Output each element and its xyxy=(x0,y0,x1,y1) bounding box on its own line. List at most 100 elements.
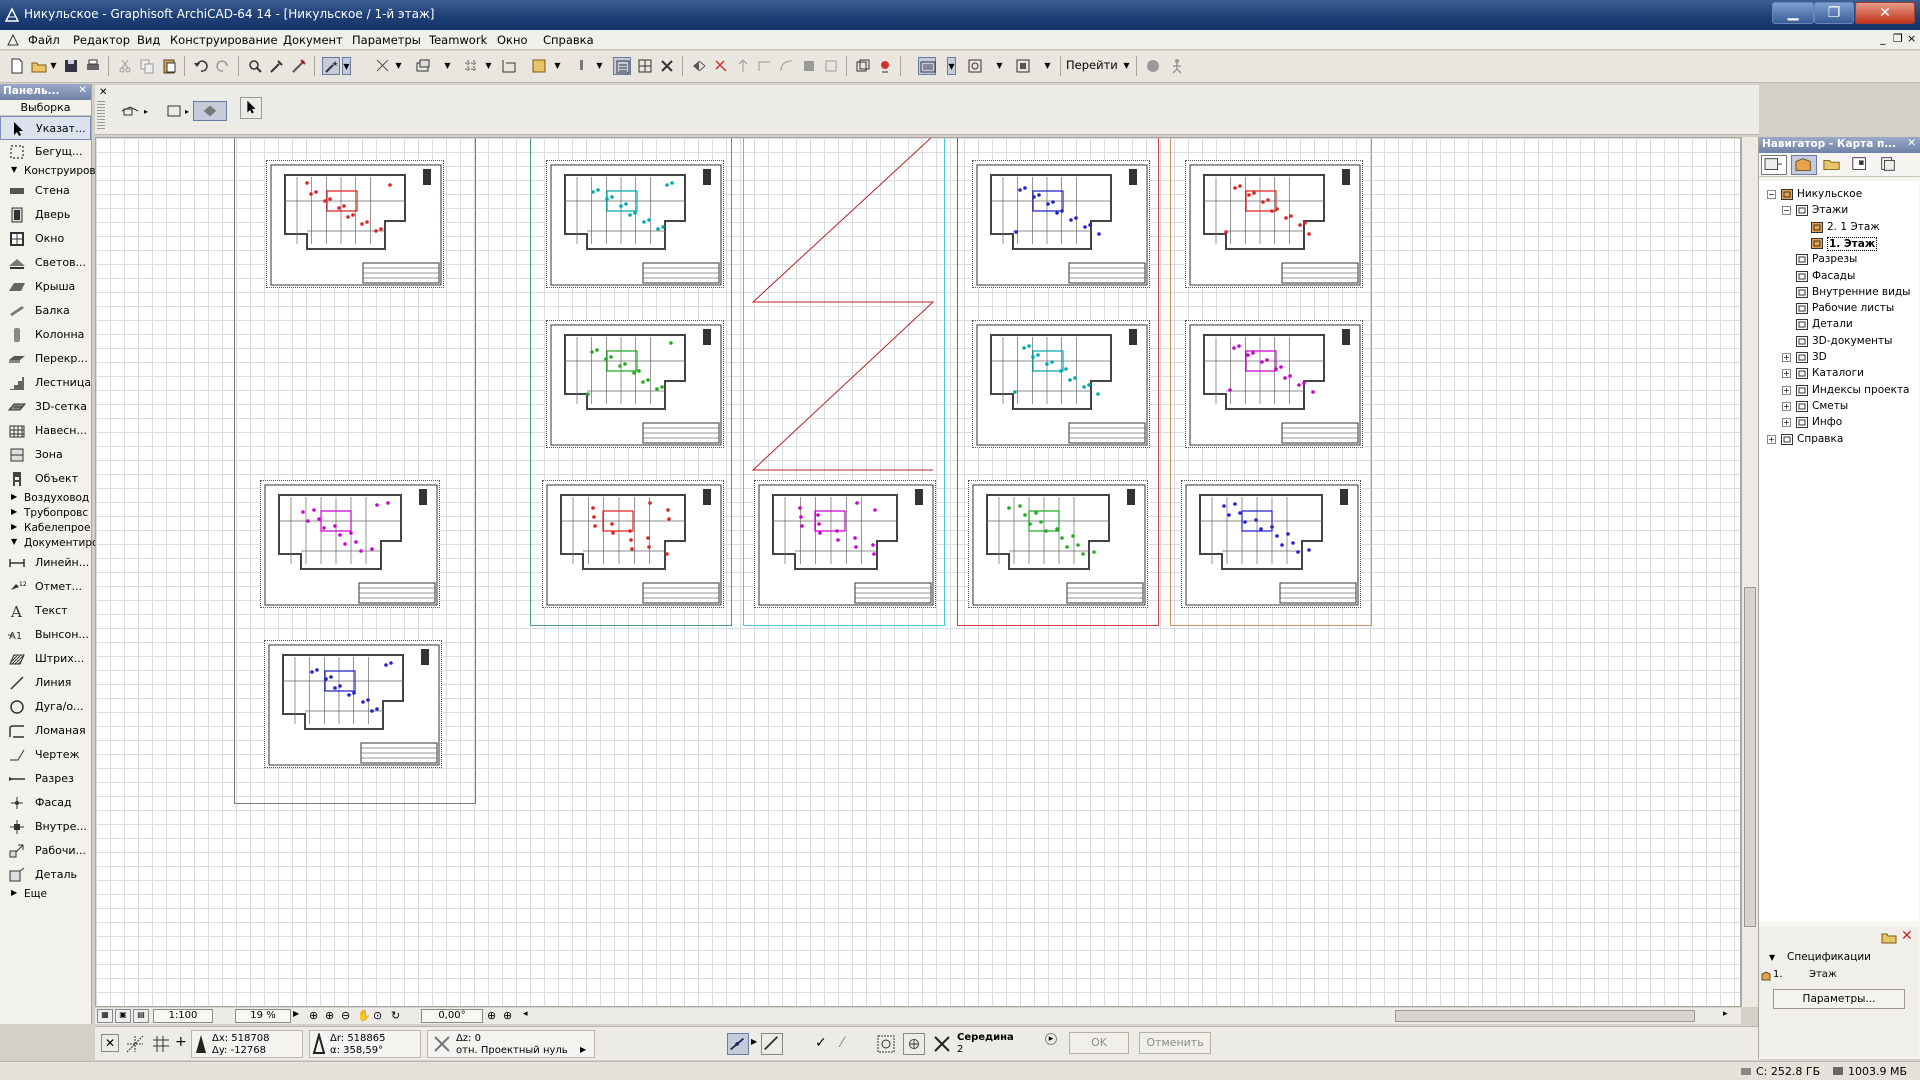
navigator-mode-icon[interactable] xyxy=(1761,155,1787,175)
elevate-icon[interactable] xyxy=(734,57,752,75)
reference-level-value[interactable]: отн. Проектный нуль xyxy=(456,1045,568,1056)
delta-r-value[interactable]: Δr: 518865 xyxy=(330,1033,386,1044)
toolbox-header[interactable]: Панель... ✕ xyxy=(0,84,91,100)
orientation-angle-field[interactable]: 0,00° xyxy=(421,1009,483,1023)
tool-drawing[interactable]: Чертеж xyxy=(0,743,91,767)
fillet-icon[interactable] xyxy=(778,57,796,75)
menu-edit[interactable]: Редактор xyxy=(73,33,130,47)
delete-icon[interactable]: ✕ xyxy=(1901,929,1917,945)
intersect-icon[interactable] xyxy=(822,57,840,75)
drawing-sheet[interactable] xyxy=(264,640,442,768)
view-map-tab-icon[interactable] xyxy=(1821,155,1845,175)
tree-item[interactable]: 3D-документы xyxy=(1759,334,1919,350)
drawing-sheet[interactable] xyxy=(542,480,724,608)
navigator-header[interactable]: Навигатор - Карта п... ✕ xyxy=(1759,137,1920,153)
midpoint-snap-icon[interactable] xyxy=(933,1035,951,1053)
tool-beam[interactable]: Балка xyxy=(0,299,91,323)
expand-icon[interactable]: + xyxy=(1782,401,1791,411)
menu-document[interactable]: Документ xyxy=(283,33,343,47)
menu-app-icon[interactable] xyxy=(6,33,20,47)
tool-worksheet[interactable]: Рабочи... xyxy=(0,839,91,863)
group-collapsed-1[interactable]: ▶ Трубопровс xyxy=(0,506,91,521)
toolbox-close-icon[interactable]: ✕ xyxy=(78,84,87,96)
expand-icon[interactable]: + xyxy=(1782,353,1791,362)
tree-item[interactable]: + Справка xyxy=(1759,432,1919,448)
tree-item[interactable]: 1. Этаж xyxy=(1759,236,1919,252)
tree-item[interactable]: 2. 1 Этаж xyxy=(1759,220,1919,236)
tree-item[interactable]: + Индексы проекта xyxy=(1759,383,1919,399)
group-more[interactable]: ▶ Еще xyxy=(0,887,91,902)
tool-dimension[interactable]: Линейн... xyxy=(0,551,91,575)
snap-mode-menu-icon[interactable]: ▸ xyxy=(1045,1033,1057,1045)
tree-item[interactable]: Разрезы xyxy=(1759,252,1919,268)
selection-method-icon[interactable] xyxy=(120,101,142,121)
construction-grid-icon[interactable] xyxy=(500,57,518,75)
magic-wand-dropdown-chevron-icon[interactable]: ▼ xyxy=(342,57,351,75)
view-dropdown-chevron-icon[interactable]: ▼ xyxy=(947,57,956,75)
navigator-close-icon[interactable]: ✕ xyxy=(1907,137,1916,149)
parallel-snap-icon[interactable]: ⁄ xyxy=(841,1035,843,1051)
snap-divisions-value[interactable]: 2 xyxy=(957,1044,963,1055)
pen-color-icon[interactable] xyxy=(572,57,590,75)
tool-mesh[interactable]: 3D-сетка xyxy=(0,395,91,419)
menu-options[interactable]: Параметры xyxy=(352,33,421,47)
undo-icon[interactable] xyxy=(192,57,210,75)
snap-guides-icon[interactable] xyxy=(125,1034,145,1054)
mdi-restore-button[interactable]: ❐ xyxy=(1893,32,1903,45)
tool-wall[interactable]: Стена xyxy=(0,179,91,203)
chevron-down-icon[interactable]: ▼ xyxy=(1769,953,1775,962)
collapse-icon[interactable]: − xyxy=(1767,190,1776,199)
layer-settings-icon[interactable]: ▤ xyxy=(133,1009,149,1023)
pen-dropdown-chevron-icon[interactable]: ▼ xyxy=(595,57,604,75)
group-design[interactable]: ▼ Конструирование xyxy=(0,164,122,179)
tool-curtain-wall[interactable]: Навесн... xyxy=(0,419,91,443)
horizontal-scroll-thumb[interactable] xyxy=(1395,1010,1695,1022)
infobox-close-icon[interactable]: ✕ xyxy=(99,87,107,98)
teamwork-icon[interactable] xyxy=(1144,57,1162,75)
goto-button[interactable]: Перейти xyxy=(1066,58,1118,72)
tool-section[interactable]: Разрез xyxy=(0,767,91,791)
grid-dropdown-chevron-icon[interactable]: ▼ xyxy=(484,57,493,75)
expand-icon[interactable]: + xyxy=(1782,369,1791,379)
menu-window[interactable]: Окно xyxy=(497,33,528,47)
save-icon[interactable] xyxy=(62,57,80,75)
scroll-right-icon[interactable]: ▸ xyxy=(1723,1009,1728,1019)
tool-roof[interactable]: Крыша xyxy=(0,275,91,299)
tool-window[interactable]: Окно xyxy=(0,227,91,251)
drawing-sheet[interactable] xyxy=(1181,480,1361,608)
minimize-button[interactable]: ▁ xyxy=(1772,2,1814,24)
suspend-groups-icon[interactable] xyxy=(613,57,631,75)
tool-interior-elevation[interactable]: Внутре... xyxy=(0,815,91,839)
archicad-app-icon[interactable] xyxy=(4,7,20,23)
tree-item[interactable]: + Каталоги xyxy=(1759,366,1919,382)
fit-in-window-icon[interactable]: ⊙ xyxy=(373,1009,387,1023)
tool-level-dimension[interactable]: 12 Отмет... xyxy=(0,575,91,599)
infobox-grip[interactable] xyxy=(97,101,105,131)
drawing-sheet[interactable] xyxy=(972,160,1150,288)
expand-icon[interactable]: + xyxy=(1767,434,1776,444)
view-map-icon[interactable]: ▣ xyxy=(115,1009,131,1023)
delta-x-value[interactable]: Δx: 518708 xyxy=(212,1033,269,1044)
group-documentation[interactable]: ▼ Документиров xyxy=(0,536,105,551)
close-x-icon[interactable]: ✕ xyxy=(101,1034,119,1052)
mdi-close-button[interactable]: × xyxy=(1907,32,1916,45)
tool-stair[interactable]: Лестница xyxy=(0,371,91,395)
cancel-button[interactable]: Отменить xyxy=(1139,1032,1211,1054)
menu-design[interactable]: Конструирование xyxy=(170,33,278,47)
render-icon[interactable] xyxy=(876,57,894,75)
drawing-sheet[interactable] xyxy=(546,160,724,288)
display-options-icon[interactable] xyxy=(1014,57,1032,75)
split-icon[interactable] xyxy=(756,57,774,75)
drawing-sheet[interactable] xyxy=(754,480,936,608)
tree-item[interactable]: Рабочие листы xyxy=(1759,301,1919,317)
print-icon[interactable] xyxy=(84,57,102,75)
pan-hand-icon[interactable]: ✋ xyxy=(357,1009,371,1023)
add-point-icon[interactable]: + xyxy=(175,1034,187,1050)
grid-display-icon[interactable] xyxy=(151,1034,171,1054)
relative-coords-icon[interactable] xyxy=(194,1033,208,1055)
polar-coords-icon[interactable] xyxy=(312,1031,326,1055)
syringe-icon[interactable] xyxy=(290,57,308,75)
trace-dropdown-chevron-icon[interactable]: ▼ xyxy=(394,57,403,75)
zoom-out-icon[interactable]: ⊖ xyxy=(341,1009,355,1023)
redo-icon[interactable] xyxy=(214,57,232,75)
